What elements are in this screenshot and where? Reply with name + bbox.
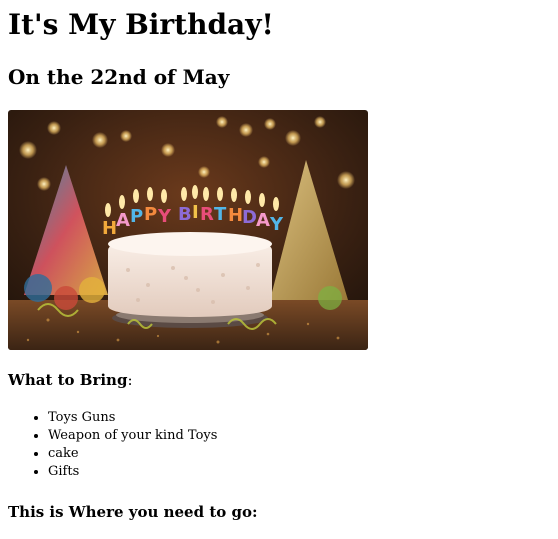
svg-text:A: A (116, 210, 130, 231)
what-to-bring-heading: What to Bring (8, 371, 128, 389)
svg-text:I: I (192, 202, 199, 223)
what-to-bring-label: What to Bring: (8, 370, 133, 390)
date-subtitle: On the 22nd of May (8, 65, 230, 89)
svg-text:Y: Y (157, 206, 172, 227)
svg-text:A: A (256, 210, 270, 231)
svg-text:D: D (242, 207, 257, 228)
list-item: Toys Guns (48, 409, 217, 427)
where-heading: This is Where you need to go: (8, 503, 258, 521)
svg-text:P: P (144, 204, 157, 225)
page-title: It's My Birthday! (8, 8, 274, 41)
what-to-bring-colon: : (127, 371, 133, 389)
list-item: cake (48, 445, 217, 463)
cake (108, 232, 272, 317)
svg-text:P: P (130, 206, 143, 227)
svg-text:Y: Y (269, 214, 284, 235)
svg-text:T: T (214, 204, 227, 225)
svg-text:H: H (102, 218, 117, 239)
bring-list: Toys Guns Weapon of your kind Toys cake … (8, 409, 217, 481)
list-item: Weapon of your kind Toys (48, 427, 217, 445)
list-item: Gifts (48, 463, 217, 481)
svg-text:R: R (200, 204, 214, 225)
svg-text:H: H (228, 205, 243, 226)
birthday-cake-image: H A P P Y B I R T H D A Y (8, 110, 368, 350)
svg-text:B: B (178, 204, 192, 225)
